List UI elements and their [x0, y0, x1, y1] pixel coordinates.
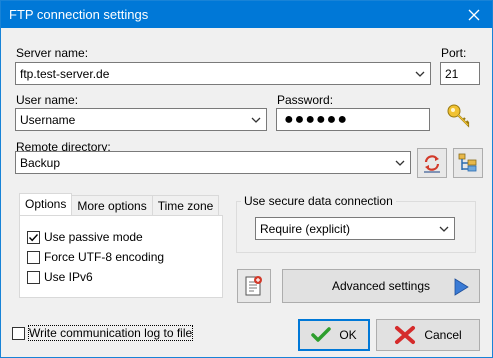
ok-button[interactable]: OK: [298, 319, 370, 351]
check-icon: [311, 327, 332, 342]
title-bar: FTP connection settings: [1, 1, 492, 28]
window-title: FTP connection settings: [9, 7, 149, 22]
write-log-label: Write communication log to file: [27, 325, 194, 341]
force-utf8-checkbox[interactable]: Force UTF-8 encoding: [27, 250, 164, 264]
remote-directory-combobox[interactable]: Backup: [15, 151, 411, 174]
play-arrow-icon: [454, 278, 469, 296]
checkbox-box[interactable]: [27, 230, 40, 244]
port-value: 21: [445, 66, 459, 81]
advanced-settings-label: Advanced settings: [331, 279, 431, 293]
directory-tree-button[interactable]: [453, 148, 483, 178]
server-name-value: ftp.test-server.de: [20, 66, 110, 81]
options-tab-strip: Options More options Time zone: [19, 193, 220, 216]
log-button[interactable]: [237, 269, 271, 303]
checkbox-box[interactable]: [27, 270, 40, 284]
cancel-x-icon: [395, 326, 416, 344]
folder-tree-icon: [458, 153, 477, 172]
checkbox-box[interactable]: [12, 326, 25, 340]
close-icon[interactable]: [456, 1, 492, 28]
sync-button[interactable]: [417, 148, 447, 178]
port-input[interactable]: 21: [440, 62, 480, 85]
use-ipv6-label: Use IPv6: [44, 270, 93, 284]
log-file-icon: [245, 276, 262, 296]
password-value: ●●●●●●: [284, 110, 348, 128]
sync-icon: [424, 155, 440, 173]
chevron-down-icon: [415, 71, 425, 77]
chevron-down-icon: [251, 117, 261, 123]
cancel-label: Cancel: [424, 328, 462, 342]
remote-directory-value: Backup: [20, 155, 61, 170]
force-utf8-label: Force UTF-8 encoding: [44, 250, 165, 264]
user-name-label: User name:: [16, 93, 79, 107]
key-button[interactable]: [441, 101, 477, 131]
check-icon: [28, 233, 39, 241]
tab-more-options[interactable]: More options: [71, 195, 153, 216]
checkbox-box[interactable]: [27, 250, 40, 264]
tab-time-zone[interactable]: Time zone: [151, 195, 220, 216]
secure-connection-label: Use secure data connection: [241, 194, 396, 208]
server-name-combobox[interactable]: ftp.test-server.de: [15, 62, 431, 85]
chevron-down-icon: [439, 226, 449, 232]
ftp-settings-dialog: FTP connection settings Server name: ftp…: [0, 0, 493, 358]
use-passive-mode-checkbox[interactable]: Use passive mode: [27, 230, 143, 244]
use-ipv6-checkbox[interactable]: Use IPv6: [27, 270, 93, 284]
server-name-label: Server name:: [16, 46, 89, 60]
user-name-value: Username: [20, 112, 76, 127]
chevron-down-icon: [395, 160, 405, 166]
password-label: Password:: [277, 93, 334, 107]
secure-connection-value: Require (explicit): [260, 221, 351, 236]
use-passive-mode-label: Use passive mode: [44, 230, 143, 244]
user-name-combobox[interactable]: Username: [15, 108, 267, 131]
advanced-settings-button[interactable]: Advanced settings: [282, 269, 480, 303]
port-label: Port:: [441, 46, 467, 60]
secure-connection-select[interactable]: Require (explicit): [255, 217, 455, 240]
key-icon: [447, 104, 470, 128]
write-log-checkbox[interactable]: Write communication log to file: [12, 325, 194, 341]
password-input[interactable]: ●●●●●●: [276, 108, 430, 131]
cancel-button[interactable]: Cancel: [376, 319, 480, 351]
tab-options[interactable]: Options: [19, 193, 73, 216]
ok-label: OK: [339, 328, 357, 342]
